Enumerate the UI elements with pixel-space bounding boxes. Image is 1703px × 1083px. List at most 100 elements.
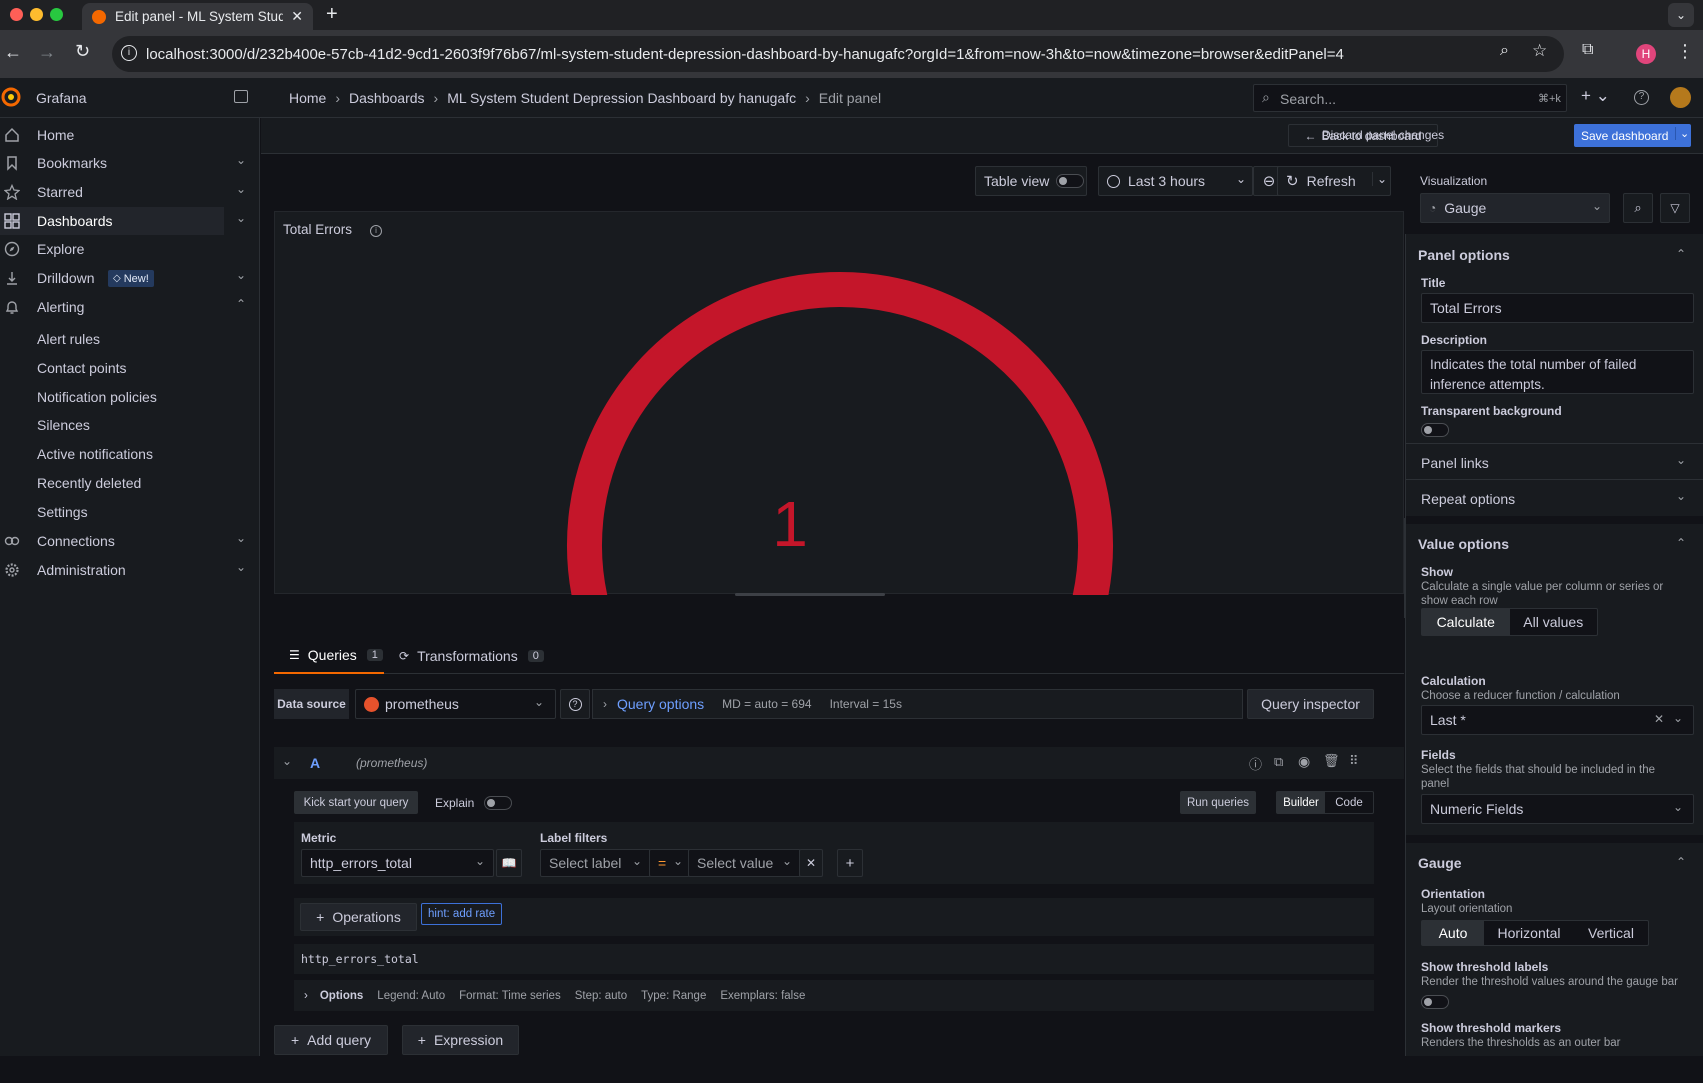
sidebar-item-drilldown[interactable]: Drilldown ◇ New! ⌄ [0,264,250,292]
add-expression-button[interactable]: + Expression [402,1025,519,1055]
eye-icon[interactable]: ◉ [1298,753,1310,770]
transparent-background-switch[interactable] [1421,423,1449,437]
explain-switch[interactable] [484,796,512,810]
reload-icon[interactable]: ↻ [75,41,90,62]
kick-start-button[interactable]: Kick start your query [294,791,418,814]
sidebar-subitem-notification-policies[interactable]: Notification policies [37,389,157,405]
calculation-select[interactable]: Last * ✕ ⌄ [1421,705,1694,735]
orientation-auto-option[interactable]: Auto [1422,921,1484,945]
time-range-picker[interactable]: Last 3 hours ⌄ [1098,166,1253,196]
description-textarea[interactable]: Indicates the total number of failed inf… [1421,350,1694,394]
discard-changes-button[interactable]: Discard panel changes [1322,128,1444,142]
datasource-picker[interactable]: prometheus ⌄ [355,689,556,719]
add-filter-button[interactable]: + [837,849,863,877]
repeat-options-section[interactable]: Repeat options ⌄ [1406,479,1703,515]
sidebar-item-explore[interactable]: Explore [0,235,250,263]
run-queries-button[interactable]: Run queries [1180,791,1256,814]
breadcrumb-dashboard[interactable]: ML System Student Depression Dashboard b… [447,90,796,106]
sidebar-subitem-silences[interactable]: Silences [37,417,90,433]
sidebar-item-bookmarks[interactable]: Bookmarks ⌄ [0,149,250,177]
new-menu-icon[interactable]: + ⌄ [1581,86,1610,106]
refresh-picker[interactable]: ↻ Refresh ⌄ [1277,166,1391,196]
chevron-up-icon[interactable]: ⌃ [1676,247,1686,261]
chevron-up-icon[interactable]: ⌃ [236,297,246,311]
forward-icon[interactable]: → [38,42,56,63]
sidebar-subitem-alert-rules[interactable]: Alert rules [37,331,100,347]
filter-options-button[interactable]: ▽ [1660,193,1690,223]
chevron-down-icon[interactable]: ⌄ [282,754,292,768]
back-icon[interactable]: ← [4,42,22,63]
sidebar-item-administration[interactable]: Administration ⌄ [0,556,250,584]
panel-title[interactable]: Total Errors [283,222,352,237]
chevron-down-icon[interactable]: ⌄ [236,211,246,225]
title-input[interactable]: Total Errors [1421,293,1694,323]
chevron-down-icon[interactable]: ⌄ [1675,127,1689,140]
query-options-label[interactable]: Query options [617,696,704,712]
profile-avatar[interactable]: H [1636,44,1656,64]
builder-mode-button[interactable]: Builder [1277,792,1325,813]
breadcrumb-home[interactable]: Home [289,90,326,106]
metric-select[interactable]: http_errors_total ⌄ [301,849,494,877]
help-icon[interactable]: ⓘ [1249,754,1262,773]
clear-icon[interactable]: ✕ [1654,712,1664,726]
code-mode-button[interactable]: Code [1325,792,1373,813]
sidebar-subitem-recently-deleted[interactable]: Recently deleted [37,475,141,491]
add-query-button[interactable]: + Add query [274,1025,388,1055]
grafana-logo-icon[interactable] [1,87,21,107]
query-header[interactable]: ⌄ A (prometheus) ⓘ ⧉ ◉ 🗑 ⠿ [274,747,1404,779]
chevron-down-icon[interactable]: ⌄ [236,153,246,167]
help-icon[interactable]: ? [1634,90,1649,105]
sidebar-subitem-contact-points[interactable]: Contact points [37,360,127,376]
browser-menu-icon[interactable]: ⋮ [1676,41,1694,62]
sidebar-item-alerting[interactable]: Alerting ⌃ [0,293,250,321]
remove-filter-button[interactable]: ✕ [799,849,823,877]
search-options-button[interactable]: ⌕ [1623,193,1653,223]
sidebar-item-dashboards[interactable]: Dashboards ⌄ [0,207,246,235]
site-info-icon[interactable]: i [121,45,137,61]
user-avatar[interactable] [1670,87,1691,108]
metrics-explorer-button[interactable]: 📖 [496,849,522,877]
sidebar-subitem-active-notifications[interactable]: Active notifications [37,446,153,462]
sidebar-item-home[interactable]: Home [0,121,250,149]
value-select[interactable]: Select value ⌄ [688,849,801,877]
orientation-vertical-option[interactable]: Vertical [1574,921,1648,945]
fields-select[interactable]: Numeric Fields ⌄ [1421,794,1694,824]
search-input[interactable]: ⌕ Search... ⌘+k [1253,84,1567,112]
show-calculate-option[interactable]: Calculate [1422,609,1510,635]
address-bar[interactable]: i localhost:3000/d/232b400e-57cb-41d2-9c… [112,36,1564,72]
query-ref-id[interactable]: A [310,755,320,771]
maximize-window-button[interactable] [50,8,63,21]
sidebar-item-starred[interactable]: Starred ⌄ [0,178,250,206]
app-name[interactable]: Grafana [36,90,87,106]
gauge-options-header[interactable]: Gauge [1418,855,1462,871]
close-tab-icon[interactable]: ✕ [291,8,303,25]
tab-queries[interactable]: ☰ Queries 1 [274,638,384,674]
panel-links-section[interactable]: Panel links ⌄ [1406,443,1703,479]
minimize-window-button[interactable] [30,8,43,21]
value-options-header[interactable]: Value options [1418,536,1509,552]
tab-transformations[interactable]: ⟳ Transformations 0 [399,638,544,674]
drag-handle-icon[interactable]: ⠿ [1349,753,1359,769]
sidebar-item-connections[interactable]: Connections ⌄ [0,527,250,555]
chevron-down-icon[interactable]: ⌄ [236,268,246,282]
query-options-row[interactable]: › Options Legend: Auto Format: Time seri… [294,980,1374,1011]
operator-select[interactable]: = ⌄ [649,849,690,877]
breadcrumb-dashboards[interactable]: Dashboards [349,90,425,106]
dock-menu-icon[interactable] [234,90,248,103]
tab-list-icon[interactable]: ⌄ [1668,3,1694,27]
new-tab-icon[interactable]: + [326,3,338,26]
save-dashboard-button[interactable]: Save dashboard ⌄ [1574,124,1691,147]
browser-tab[interactable]: Edit panel - ML System Stude ✕ [82,3,313,30]
panel-options-header[interactable]: Panel options [1418,247,1510,263]
table-view-toggle[interactable]: Table view [975,166,1087,196]
duplicate-icon[interactable]: ⧉ [1274,754,1283,770]
chevron-up-icon[interactable]: ⌃ [1676,536,1686,550]
zoom-icon[interactable]: ⌕ [1500,42,1509,60]
add-operation-button[interactable]: + Operations [300,903,417,931]
trash-icon[interactable]: 🗑 [1323,753,1340,769]
datasource-help-button[interactable]: ? [560,689,590,719]
label-select[interactable]: Select label ⌄ [540,849,651,877]
chevron-down-icon[interactable]: ⌄ [236,531,246,545]
show-all-values-option[interactable]: All values [1510,609,1598,635]
visualization-picker[interactable]: ◔ Gauge ⌄ [1420,193,1610,223]
